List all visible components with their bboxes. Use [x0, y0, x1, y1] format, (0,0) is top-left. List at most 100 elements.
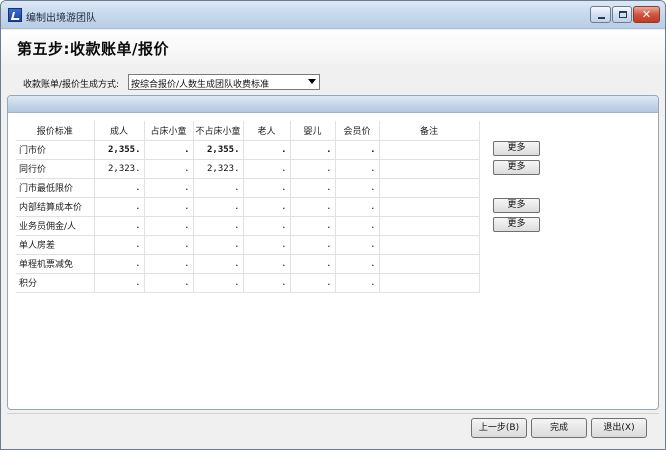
grid-cell[interactable]: . — [335, 273, 380, 293]
title-bar[interactable]: 编制出境游团队 ✕ — [1, 1, 665, 29]
grid-cell[interactable]: . — [290, 159, 336, 179]
mode-select[interactable]: 按综合报价/人数生成团队收费标准 — [128, 74, 320, 90]
grid-cell[interactable]: 2,323. — [94, 159, 145, 179]
row-label: 积分 — [16, 273, 95, 293]
dialog-window: 编制出境游团队 ✕ 第五步:收款账单/报价 收款账单/报价生成方式: 按综合报价… — [0, 0, 666, 450]
grid-cell[interactable]: . — [335, 216, 380, 236]
grid-cell[interactable]: . — [94, 178, 145, 198]
grid-cell[interactable]: . — [290, 216, 336, 236]
grid-cell[interactable]: . — [243, 140, 291, 160]
exit-button[interactable]: 退出(X) — [591, 418, 647, 438]
row-label: 单程机票减免 — [16, 254, 95, 274]
grid-cell[interactable]: . — [94, 273, 145, 293]
grid-cell[interactable]: . — [94, 235, 145, 255]
table-row: 积分...... — [16, 273, 480, 293]
grid-cell[interactable]: . — [243, 254, 291, 274]
footer-divider — [7, 413, 659, 414]
grid-cell[interactable]: . — [335, 235, 380, 255]
grid-header-cell: 婴儿 — [290, 121, 336, 141]
grid-header-cell: 不占床小童 — [193, 121, 244, 141]
window-title: 编制出境游团队 — [26, 13, 96, 24]
table-row: 门市价 2,355.. 2,355.... — [16, 140, 480, 160]
finish-button[interactable]: 完成 — [531, 418, 587, 438]
grid-cell[interactable]: . — [243, 197, 291, 217]
minimize-button[interactable] — [590, 6, 611, 23]
grid-header-cell: 备注 — [379, 121, 480, 141]
grid-cell[interactable]: . — [335, 159, 380, 179]
prev-step-button[interactable]: 上一步(B) — [471, 418, 527, 438]
grid-cell[interactable]: . — [335, 254, 380, 274]
grid-cell[interactable] — [379, 159, 480, 179]
close-button[interactable]: ✕ — [633, 6, 660, 23]
grid-cell[interactable]: . — [243, 273, 291, 293]
grid-cell[interactable]: . — [144, 254, 194, 274]
table-row: 业务员佣金/人...... — [16, 216, 480, 236]
table-row: 门市最低限价...... — [16, 178, 480, 198]
grid-cell[interactable] — [379, 235, 480, 255]
row-label: 门市最低限价 — [16, 178, 95, 198]
grid-cell[interactable]: . — [144, 197, 194, 217]
more-button-peer[interactable]: 更多 — [493, 160, 540, 175]
row-label: 单人房差 — [16, 235, 95, 255]
grid-cell[interactable] — [379, 254, 480, 274]
grid-cell[interactable]: . — [243, 216, 291, 236]
table-row: 单人房差...... — [16, 235, 480, 255]
grid-cell[interactable]: . — [243, 235, 291, 255]
row-label: 门市价 — [16, 140, 95, 160]
grid-cell[interactable]: . — [94, 197, 145, 217]
grid-cell[interactable]: 2,355. — [193, 140, 244, 160]
grid-cell[interactable]: . — [290, 273, 336, 293]
grid-header-cell: 老人 — [243, 121, 291, 141]
grid-cell[interactable]: . — [335, 197, 380, 217]
grid-header-cell: 占床小童 — [144, 121, 194, 141]
grid-cell[interactable]: . — [290, 178, 336, 198]
row-label: 同行价 — [16, 159, 95, 179]
grid-cell[interactable]: 2,355. — [94, 140, 145, 160]
grid-cell[interactable]: . — [290, 140, 336, 160]
grid-cell[interactable]: . — [193, 235, 244, 255]
grid-cell[interactable]: . — [193, 178, 244, 198]
grid-cell[interactable]: . — [335, 140, 380, 160]
grid-cell[interactable]: . — [193, 254, 244, 274]
grid-cell[interactable] — [379, 216, 480, 236]
grid-cell[interactable]: 2,323. — [193, 159, 244, 179]
grid-cell[interactable]: . — [243, 178, 291, 198]
more-button-retail[interactable]: 更多 — [493, 141, 540, 156]
grid-header-cell: 会员价 — [335, 121, 380, 141]
grid-cell[interactable]: . — [144, 216, 194, 236]
grid-header-cell: 成人 — [94, 121, 145, 141]
grid-cell[interactable] — [379, 178, 480, 198]
grid-cell[interactable]: . — [290, 197, 336, 217]
close-icon: ✕ — [641, 8, 652, 21]
mode-select-value: 按综合报价/人数生成团队收费标准 — [131, 80, 270, 90]
grid-cell[interactable]: . — [290, 235, 336, 255]
table-row: 同行价 2,323.. 2,323.... — [16, 159, 480, 179]
mode-label: 收款账单/报价生成方式: — [23, 80, 120, 90]
grid-cell[interactable]: . — [290, 254, 336, 274]
app-icon — [8, 8, 22, 22]
grid-cell[interactable]: . — [243, 159, 291, 179]
grid-cell[interactable]: . — [144, 273, 194, 293]
table-row: 单程机票减免...... — [16, 254, 480, 274]
grid-cell[interactable]: . — [144, 140, 194, 160]
grid-cell[interactable]: . — [94, 254, 145, 274]
more-button-cost[interactable]: 更多 — [493, 198, 540, 213]
price-panel: 报价标准 成人 占床小童 不占床小童 老人 婴儿 会员价 备注 门市价 2,355… — [7, 95, 659, 410]
grid-cell[interactable] — [379, 140, 480, 160]
grid-cell[interactable]: . — [193, 216, 244, 236]
grid-cell[interactable]: . — [335, 178, 380, 198]
price-grid: 报价标准 成人 占床小童 不占床小童 老人 婴儿 会员价 备注 门市价 2,355… — [16, 121, 480, 293]
grid-cell[interactable]: . — [193, 273, 244, 293]
grid-cell[interactable]: . — [144, 235, 194, 255]
more-button-commission[interactable]: 更多 — [493, 217, 540, 232]
grid-cell[interactable]: . — [144, 178, 194, 198]
maximize-button[interactable] — [612, 6, 632, 23]
grid-cell[interactable] — [379, 197, 480, 217]
grid-cell[interactable]: . — [94, 216, 145, 236]
grid-cell[interactable]: . — [144, 159, 194, 179]
grid-cell[interactable] — [379, 273, 480, 293]
grid-header-cell: 报价标准 — [16, 121, 95, 141]
row-label: 业务员佣金/人 — [16, 216, 95, 236]
chevron-down-icon[interactable] — [308, 79, 316, 84]
grid-cell[interactable]: . — [193, 197, 244, 217]
